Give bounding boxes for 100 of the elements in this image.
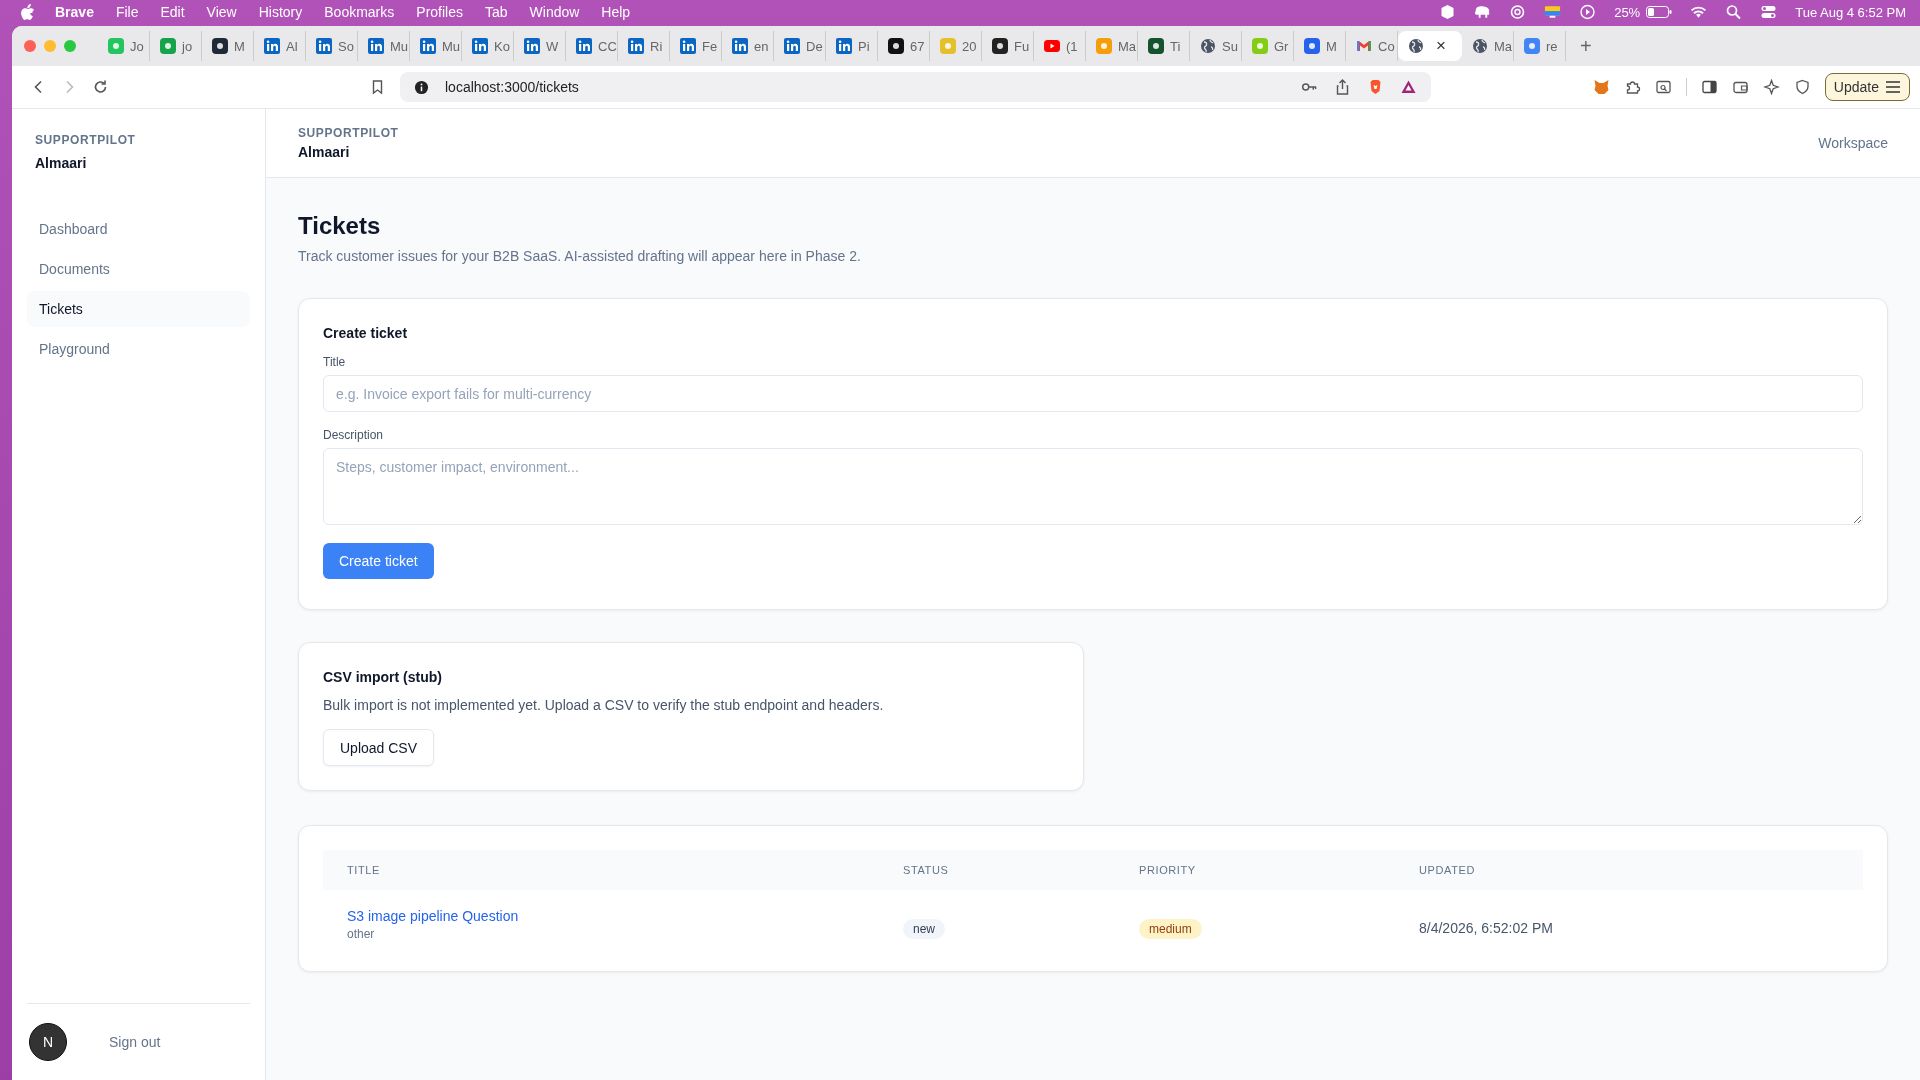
favicon-icon [784, 38, 800, 54]
menu-item[interactable]: Bookmarks [324, 4, 395, 20]
reload-icon[interactable] [92, 79, 109, 95]
card-heading: CSV import (stub) [323, 669, 442, 685]
browser-tab[interactable]: 20 [930, 31, 982, 61]
tab-search-icon[interactable] [1654, 79, 1672, 95]
globe-icon [1472, 38, 1488, 54]
column-header: TITLE [347, 864, 381, 876]
sparkle-icon[interactable] [1762, 79, 1780, 95]
browser-tab[interactable]: Ri [618, 31, 670, 61]
app-menu[interactable]: Brave [55, 4, 94, 20]
ticket-category: other [347, 927, 376, 941]
browser-tab[interactable]: Al [254, 31, 306, 61]
workspace-link[interactable]: Workspace [1818, 135, 1888, 151]
menu-item[interactable]: Tab [485, 4, 508, 20]
info-icon[interactable] [414, 79, 429, 95]
play-icon [1044, 38, 1060, 54]
menu-item[interactable]: File [115, 4, 139, 20]
browser-tab[interactable]: Gr [1242, 31, 1294, 61]
column-header: PRIORITY [1139, 864, 1197, 876]
browser-tab[interactable]: re [1514, 31, 1566, 61]
browser-tab[interactable]: (1 [1034, 31, 1086, 61]
favicon-icon [1252, 38, 1268, 54]
favicon-icon [732, 38, 748, 54]
new-tab-button[interactable]: + [1580, 34, 1592, 58]
menu-icon[interactable] [1885, 80, 1901, 94]
menu-item[interactable]: View [206, 4, 237, 20]
page-title: Tickets [298, 212, 382, 240]
battery-icon[interactable] [1646, 6, 1673, 18]
ticket-title-link[interactable]: S3 image pipeline Question [347, 908, 903, 924]
clock[interactable]: Tue Aug 4 6:52 PM [1795, 4, 1906, 20]
brand-label: SUPPORTPILOT [298, 126, 399, 140]
browser-tab[interactable]: W [514, 31, 566, 61]
browser-tab[interactable]: Mu [358, 31, 410, 61]
status-badge: new [903, 918, 945, 939]
wifi-icon[interactable] [1690, 4, 1708, 20]
search-icon[interactable] [1725, 4, 1743, 20]
browser-tab[interactable]: CC [566, 31, 618, 61]
close-tab-button[interactable]: × [1436, 36, 1446, 56]
sidebar-icon[interactable] [1700, 79, 1718, 95]
description-field[interactable]: Steps, customer impact, environment... [323, 448, 1863, 525]
favicon-icon [524, 38, 540, 54]
wallet-icon[interactable] [1731, 79, 1749, 95]
sign-out-link[interactable]: Sign out [109, 1034, 161, 1050]
browser-tab[interactable]: Ma [1462, 31, 1514, 61]
browser-tab[interactable]: Mu [410, 31, 462, 61]
menu-item[interactable]: Help [601, 4, 631, 20]
browser-tab[interactable]: M [1294, 31, 1346, 61]
browser-tab[interactable]: M [202, 31, 254, 61]
menu-item[interactable]: History [258, 4, 303, 20]
favicon-icon [680, 38, 696, 54]
address-bar[interactable]: localhost:3000/tickets [400, 72, 1431, 102]
browser-tab[interactable]: jo [150, 31, 202, 61]
avatar[interactable]: N [29, 1023, 67, 1061]
browser-tab[interactable]: De [774, 31, 826, 61]
updated-time: 8/4/2026, 6:52:02 PM [1419, 920, 1553, 936]
menu-item[interactable]: Window [529, 4, 580, 20]
globe-icon [1408, 38, 1424, 54]
browser-tab[interactable]: 67 [878, 31, 930, 61]
browser-tab[interactable]: Su [1190, 31, 1242, 61]
nav-item[interactable]: Playground [27, 331, 250, 367]
toggles-icon[interactable] [1760, 4, 1778, 20]
favicon-icon [212, 38, 228, 54]
title-field[interactable]: e.g. Invoice export fails for multi-currency [323, 375, 1863, 412]
nav-item[interactable]: Dashboard [27, 211, 250, 247]
play-icon[interactable] [1579, 4, 1597, 20]
field-label: Description [323, 428, 384, 442]
favicon-icon [1096, 38, 1112, 54]
favicon-icon [992, 38, 1008, 54]
apple-icon[interactable] [20, 3, 35, 21]
update-button[interactable]: Update [1824, 73, 1910, 101]
favicon-icon [316, 38, 332, 54]
upload-csv-button[interactable]: Upload CSV [323, 729, 435, 766]
close-window-button[interactable] [24, 40, 36, 52]
favicon-icon [160, 38, 176, 54]
shield-icon[interactable] [1793, 79, 1811, 95]
favicon-icon [576, 38, 592, 54]
favicon-icon [940, 38, 956, 54]
browser-tab[interactable]: Fe [670, 31, 722, 61]
create-ticket-button[interactable]: Create ticket [323, 543, 434, 579]
cube-icon[interactable] [1439, 4, 1457, 20]
menu-item[interactable]: Edit [160, 4, 185, 20]
column-header: STATUS [903, 864, 950, 876]
browser-tab[interactable]: en [722, 31, 774, 61]
browser-tab[interactable]: Jo [98, 31, 150, 61]
favicon-icon [1304, 38, 1320, 54]
browser-tab[interactable]: Fu [982, 31, 1034, 61]
browser-tab[interactable]: Ti [1138, 31, 1190, 61]
elephant-icon[interactable] [1474, 4, 1492, 20]
nav-item[interactable]: Documents [27, 251, 250, 287]
display-icon[interactable] [1544, 4, 1562, 20]
browser-tab[interactable]: So [306, 31, 358, 61]
browser-tab[interactable]: × [1398, 31, 1462, 61]
nav-item[interactable]: Tickets [27, 291, 250, 327]
browser-tab[interactable]: Pi [826, 31, 878, 61]
fox-icon[interactable] [1592, 79, 1610, 95]
menu-item[interactable]: Profiles [416, 4, 463, 20]
browser-tab[interactable]: Ko [462, 31, 514, 61]
browser-tab[interactable]: Ma [1086, 31, 1138, 61]
triangle-icon[interactable] [1399, 79, 1417, 95]
